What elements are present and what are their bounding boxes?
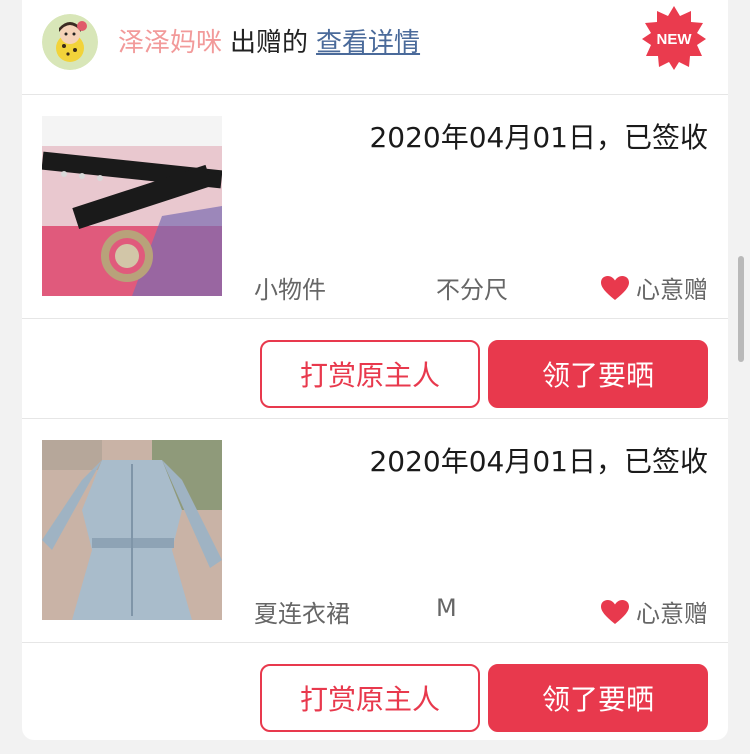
gift-item: 2020年04月01日，已签收 夏连衣裙 M 心意赠 打赏原主人 领了要晒 — [22, 418, 728, 740]
item-size: 不分尺 — [436, 276, 508, 304]
giver-name[interactable]: 泽泽妈咪 — [118, 22, 222, 59]
gift-type-label: 心意赠 — [636, 276, 708, 304]
view-details-link[interactable]: 查看详情 — [316, 22, 420, 59]
belt-photo-icon — [42, 116, 222, 296]
gift-type: 心意赠 — [600, 270, 708, 305]
claim-show-button[interactable]: 领了要晒 — [488, 340, 708, 408]
gift-type-label: 心意赠 — [636, 600, 708, 628]
denim-dress-photo-icon — [42, 440, 222, 620]
page: 泽泽妈咪 出赠的 查看详情 NEW 2020年04月01日，已签收 小物件 不分… — [0, 0, 750, 754]
divider — [22, 642, 728, 643]
reward-owner-button[interactable]: 打赏原主人 — [260, 340, 480, 408]
gift-type: 心意赠 — [600, 594, 708, 629]
new-badge: NEW — [640, 4, 708, 72]
item-date-status: 2020年04月01日，已签收 — [369, 445, 708, 478]
item-date-status: 2020年04月01日，已签收 — [369, 121, 708, 154]
heart-icon — [601, 275, 629, 300]
reward-owner-button[interactable]: 打赏原主人 — [260, 664, 480, 732]
header-text: 泽泽妈咪 出赠的 查看详情 — [118, 20, 420, 60]
avatar[interactable] — [42, 14, 98, 70]
avatar-image — [42, 14, 98, 70]
scrollbar[interactable] — [738, 256, 744, 362]
card-header: 泽泽妈咪 出赠的 查看详情 NEW — [22, 0, 728, 94]
item-category: 小物件 — [254, 276, 326, 304]
heart-icon — [601, 599, 629, 624]
gift-action-label: 出赠的 — [230, 27, 309, 58]
item-photo[interactable] — [42, 440, 222, 620]
item-photo[interactable] — [42, 116, 222, 296]
gift-item: 2020年04月01日，已签收 小物件 不分尺 心意赠 打赏原主人 领了要晒 — [22, 94, 728, 416]
new-badge-label: NEW — [657, 31, 693, 48]
starburst-icon: NEW — [642, 6, 706, 70]
item-category: 夏连衣裙 — [254, 600, 350, 628]
divider — [22, 318, 728, 319]
claim-show-button[interactable]: 领了要晒 — [488, 664, 708, 732]
item-size: M — [436, 594, 457, 622]
gift-record-card: 泽泽妈咪 出赠的 查看详情 NEW 2020年04月01日，已签收 小物件 不分… — [22, 0, 728, 740]
